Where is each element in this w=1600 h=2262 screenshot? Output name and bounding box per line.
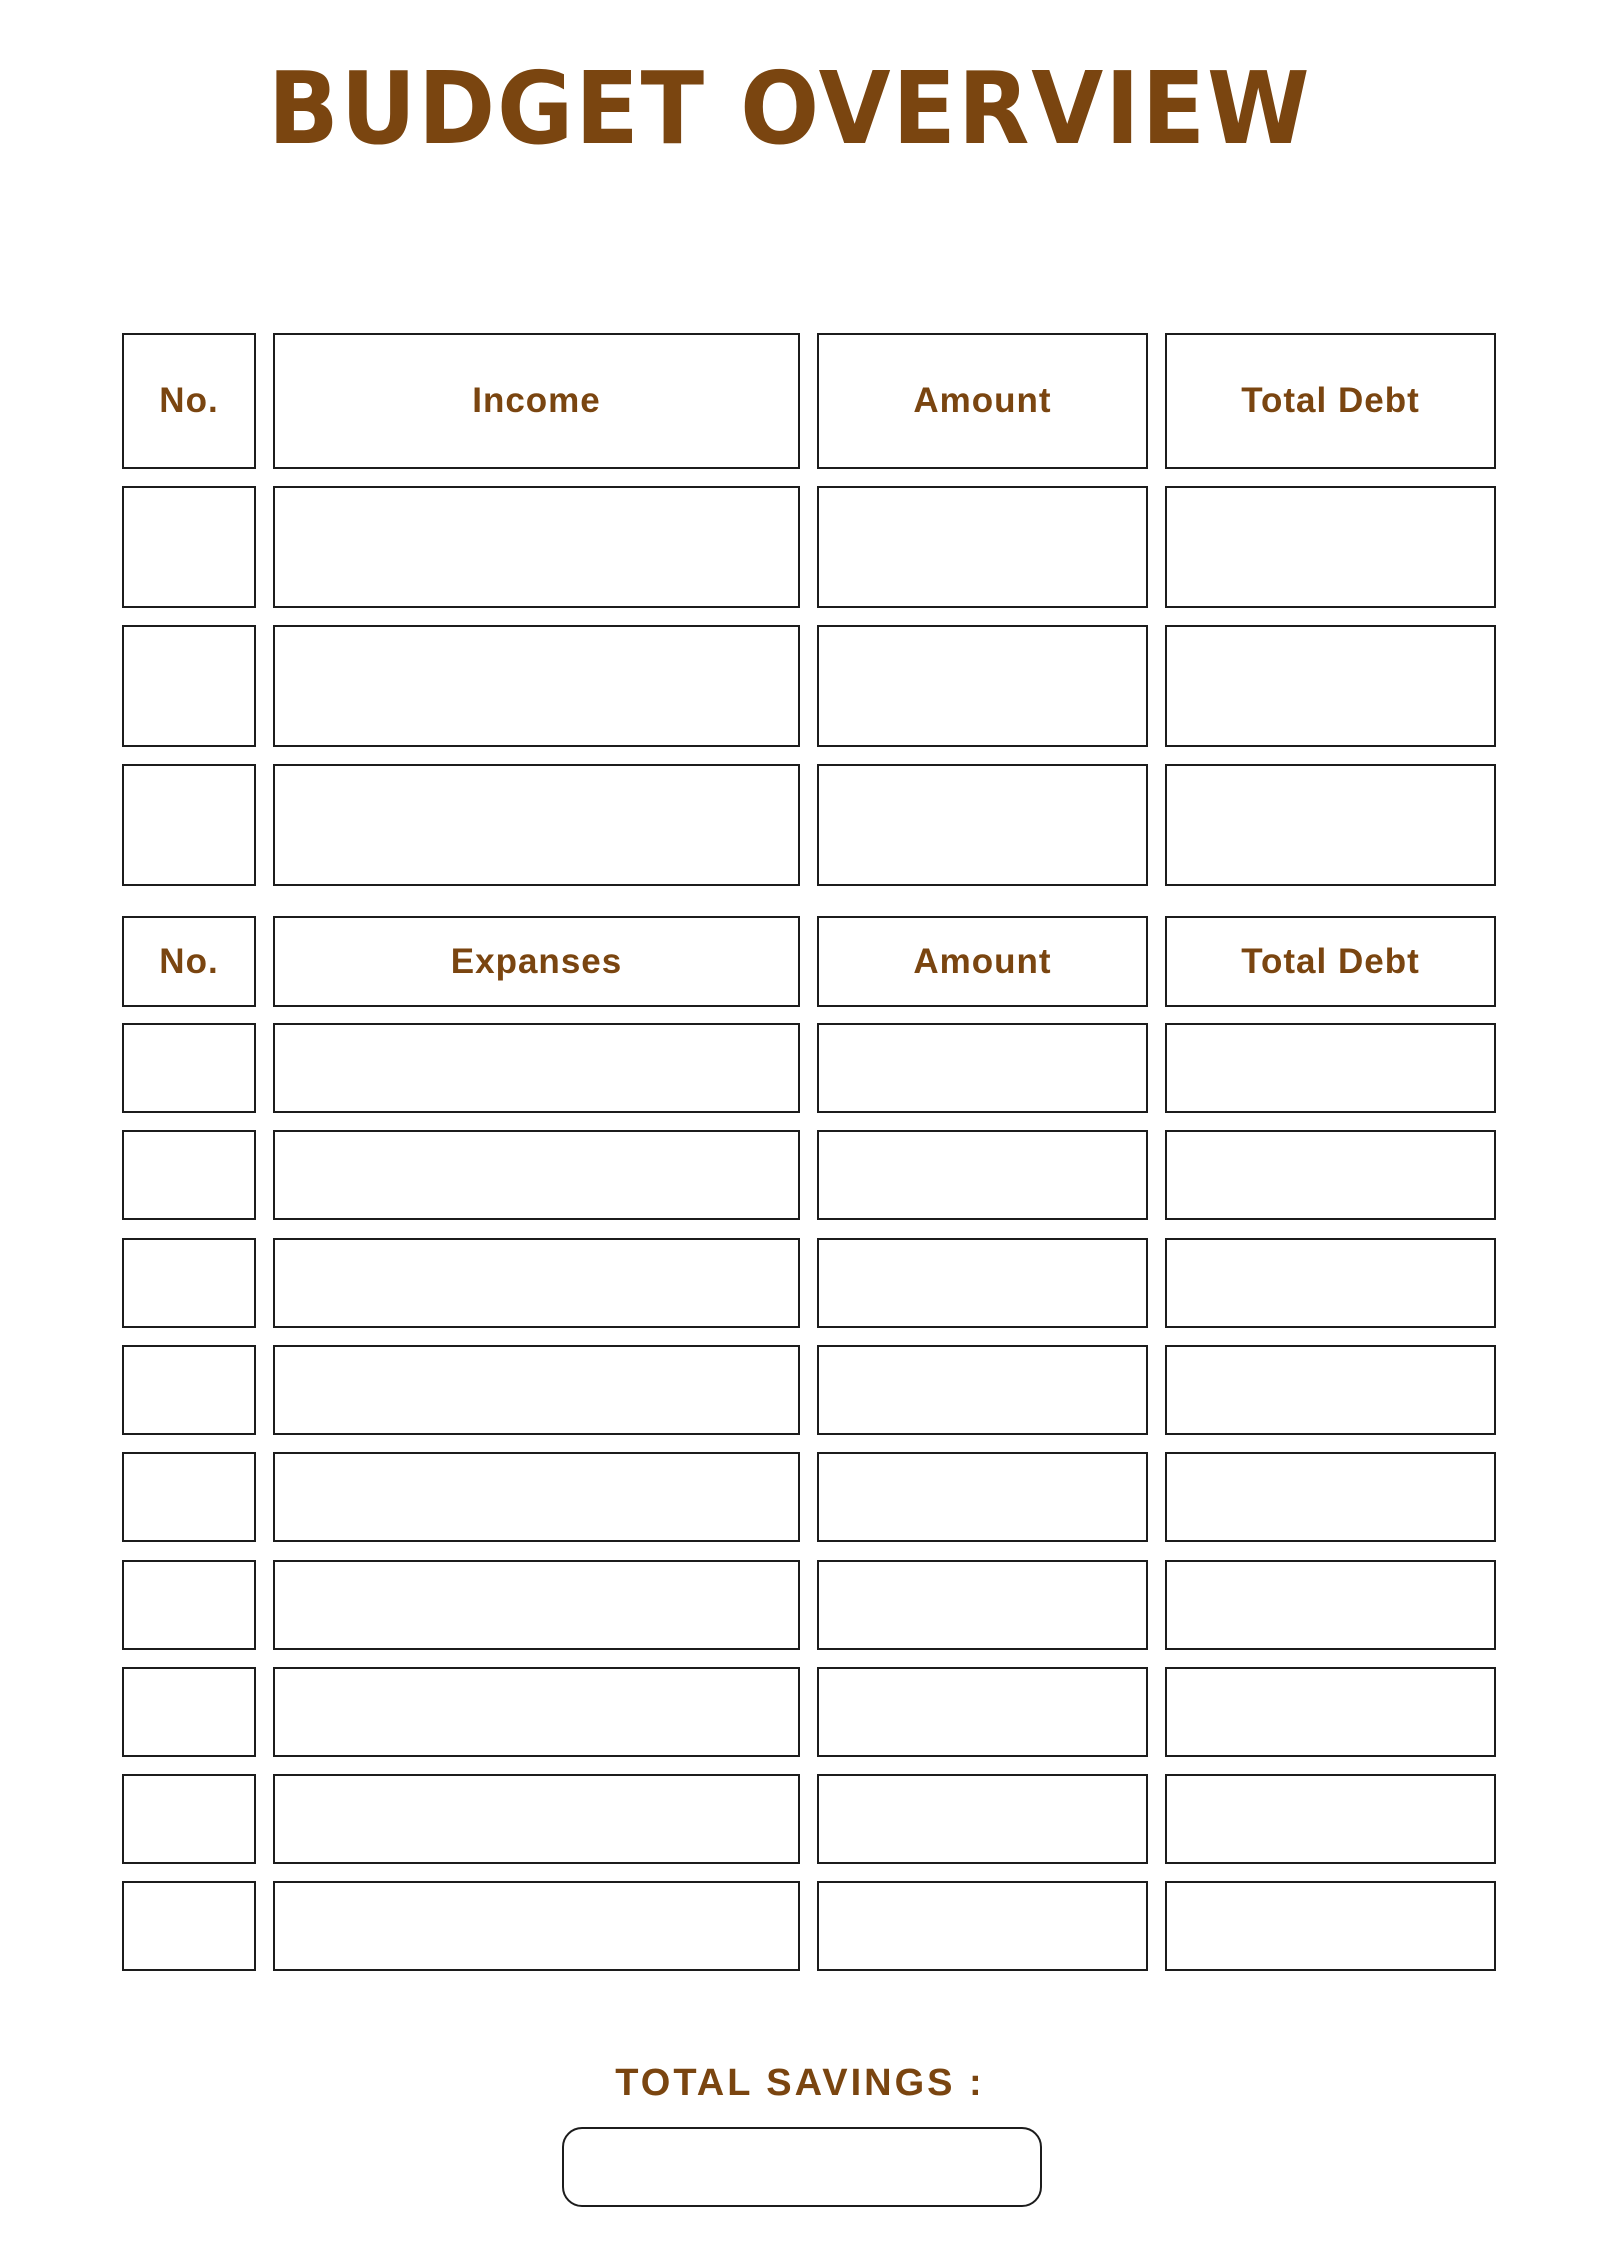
income-header-description: Income — [273, 333, 800, 469]
expense-row-1-no-cell[interactable] — [122, 1023, 256, 1113]
expense-row-3-total-debt-cell[interactable] — [1165, 1237, 1496, 1328]
income-row-2-amount-cell[interactable] — [817, 625, 1148, 747]
income-row-3-amount-cell[interactable] — [817, 764, 1148, 886]
expense-header-total-debt: Total Debt — [1165, 916, 1496, 1007]
income-header-label: Amount — [913, 381, 1052, 420]
expense-row-1-total-debt-cell[interactable] — [1165, 1023, 1496, 1113]
expense-row-3-no-cell[interactable] — [122, 1237, 256, 1328]
expense-row-7-total-debt-cell[interactable] — [1165, 1666, 1496, 1757]
expense-row-5-description-cell[interactable] — [273, 1452, 800, 1543]
expense-row-6-no-cell[interactable] — [122, 1559, 256, 1650]
income-row-1-no-cell[interactable] — [122, 486, 256, 608]
expense-row-2-description-cell[interactable] — [273, 1130, 800, 1221]
income-header-label: No. — [159, 381, 219, 420]
income-row-1-description-cell[interactable] — [273, 486, 800, 608]
income-header-total-debt: Total Debt — [1165, 333, 1496, 469]
expense-row-5-no-cell[interactable] — [122, 1452, 256, 1543]
expense-row-6-total-debt-cell[interactable] — [1165, 1559, 1496, 1650]
income-row-3-description-cell[interactable] — [273, 764, 800, 886]
expense-row-4-no-cell[interactable] — [122, 1344, 256, 1435]
page-title: BUDGET OVERVIEW — [267, 50, 1312, 167]
expense-row-8-description-cell[interactable] — [273, 1774, 800, 1865]
income-row-3-no-cell[interactable] — [122, 764, 256, 886]
expense-row-9-no-cell[interactable] — [122, 1881, 256, 1972]
expense-header-label: Amount — [913, 941, 1052, 981]
expense-header-no: No. — [122, 916, 256, 1007]
total-savings-label: TOTAL SAVINGS : — [615, 2062, 985, 2104]
expense-row-9-amount-cell[interactable] — [817, 1881, 1148, 1972]
income-row-2-total-debt-cell[interactable] — [1165, 625, 1496, 747]
income-header-label: Total Debt — [1241, 381, 1420, 420]
expense-row-5-amount-cell[interactable] — [817, 1452, 1148, 1543]
income-row-1-total-debt-cell[interactable] — [1165, 486, 1496, 608]
expense-row-2-amount-cell[interactable] — [817, 1130, 1148, 1221]
expense-row-9-description-cell[interactable] — [273, 1881, 800, 1972]
income-row-1-amount-cell[interactable] — [817, 486, 1148, 608]
income-header-no: No. — [122, 333, 256, 469]
expense-header-label: No. — [159, 941, 219, 981]
expense-header-amount: Amount — [817, 916, 1148, 1007]
total-savings-field[interactable] — [562, 2127, 1042, 2207]
expense-header-label: Total Debt — [1241, 941, 1420, 981]
expense-row-6-amount-cell[interactable] — [817, 1559, 1148, 1650]
expense-row-8-amount-cell[interactable] — [817, 1774, 1148, 1865]
expense-row-5-total-debt-cell[interactable] — [1165, 1452, 1496, 1543]
income-row-2-no-cell[interactable] — [122, 625, 256, 747]
expense-header-description: Expanses — [273, 916, 800, 1007]
expense-row-4-amount-cell[interactable] — [817, 1344, 1148, 1435]
expense-header-label: Expanses — [450, 941, 623, 981]
expense-row-2-no-cell[interactable] — [122, 1130, 256, 1221]
expense-row-7-amount-cell[interactable] — [817, 1666, 1148, 1757]
expense-row-3-description-cell[interactable] — [273, 1237, 800, 1328]
expense-row-1-description-cell[interactable] — [273, 1023, 800, 1113]
expense-row-8-total-debt-cell[interactable] — [1165, 1774, 1496, 1865]
expense-row-9-total-debt-cell[interactable] — [1165, 1881, 1496, 1972]
expense-row-3-amount-cell[interactable] — [817, 1237, 1148, 1328]
expense-row-7-no-cell[interactable] — [122, 1666, 256, 1757]
income-header-label: Income — [472, 381, 601, 420]
income-row-3-total-debt-cell[interactable] — [1165, 764, 1496, 886]
income-header-amount: Amount — [817, 333, 1148, 469]
expense-row-4-total-debt-cell[interactable] — [1165, 1344, 1496, 1435]
expense-row-7-description-cell[interactable] — [273, 1666, 800, 1757]
income-row-2-description-cell[interactable] — [273, 625, 800, 747]
expense-row-6-description-cell[interactable] — [273, 1559, 800, 1650]
expense-row-1-amount-cell[interactable] — [817, 1023, 1148, 1113]
expense-row-2-total-debt-cell[interactable] — [1165, 1130, 1496, 1221]
expense-row-8-no-cell[interactable] — [122, 1774, 256, 1865]
expense-row-4-description-cell[interactable] — [273, 1344, 800, 1435]
